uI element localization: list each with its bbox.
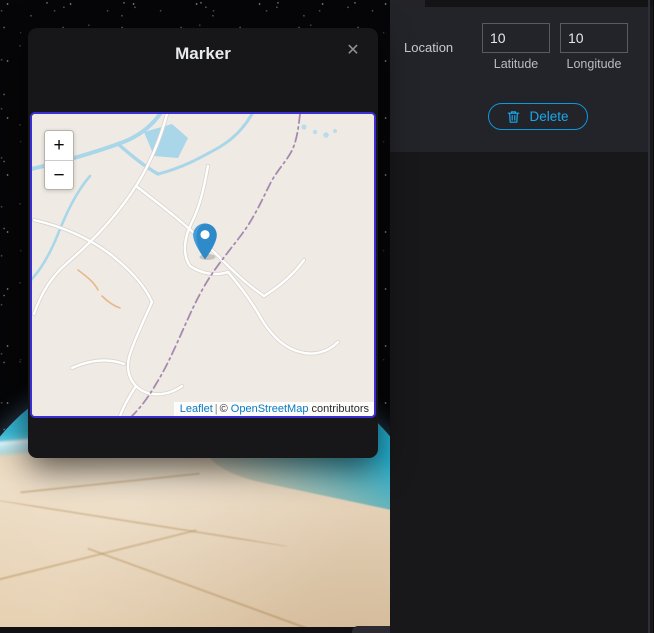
panel-top-strip [390,0,654,7]
attribution-contributors: contributors [311,403,369,415]
app-root: Location Latitude Longitude [0,0,654,633]
trash-icon [507,110,520,124]
longitude-caption: Longitude [566,57,622,71]
map-tiles [32,114,374,416]
longitude-field: Longitude [560,23,628,71]
delete-button[interactable]: Delete [488,103,588,130]
viewer-bottom-bar [0,626,390,633]
leaflet-map[interactable]: + − Leaflet | © OpenStreetMap contributo… [32,114,374,416]
panel-tab-nub[interactable] [390,0,425,7]
panel-scrollbar[interactable] [648,0,650,633]
longitude-input[interactable] [560,23,628,53]
zoom-out-button[interactable]: − [45,160,73,189]
modal-header: Marker ✕ [28,28,378,84]
attribution-separator: | [214,403,218,415]
location-row: Location Latitude Longitude [390,23,648,71]
copyright-symbol: © [219,403,228,415]
viewer-bottom-bar-nub [352,626,390,633]
map-attribution: Leaflet | © OpenStreetMap contributors [173,402,374,416]
zoom-in-button[interactable]: + [45,131,73,160]
marker-modal: Marker ✕ + − Leaflet | © OpenStreetMap c… [28,28,378,458]
location-label: Location [404,40,454,55]
latitude-field: Latitude [482,23,550,71]
map-container[interactable]: + − Leaflet | © OpenStreetMap contributo… [30,112,376,418]
latitude-input[interactable] [482,23,550,53]
openstreetmap-link[interactable]: OpenStreetMap [231,403,309,415]
delete-row: Delete [390,103,648,130]
delete-button-label: Delete [529,109,569,124]
leaflet-link[interactable]: Leaflet [180,403,213,415]
properties-panel: Location Latitude Longitude [390,0,654,633]
location-card: Location Latitude Longitude [390,7,648,152]
close-icon[interactable]: ✕ [342,40,364,62]
modal-title: Marker [175,44,231,63]
latitude-caption: Latitude [493,57,539,71]
zoom-control: + − [44,130,74,190]
